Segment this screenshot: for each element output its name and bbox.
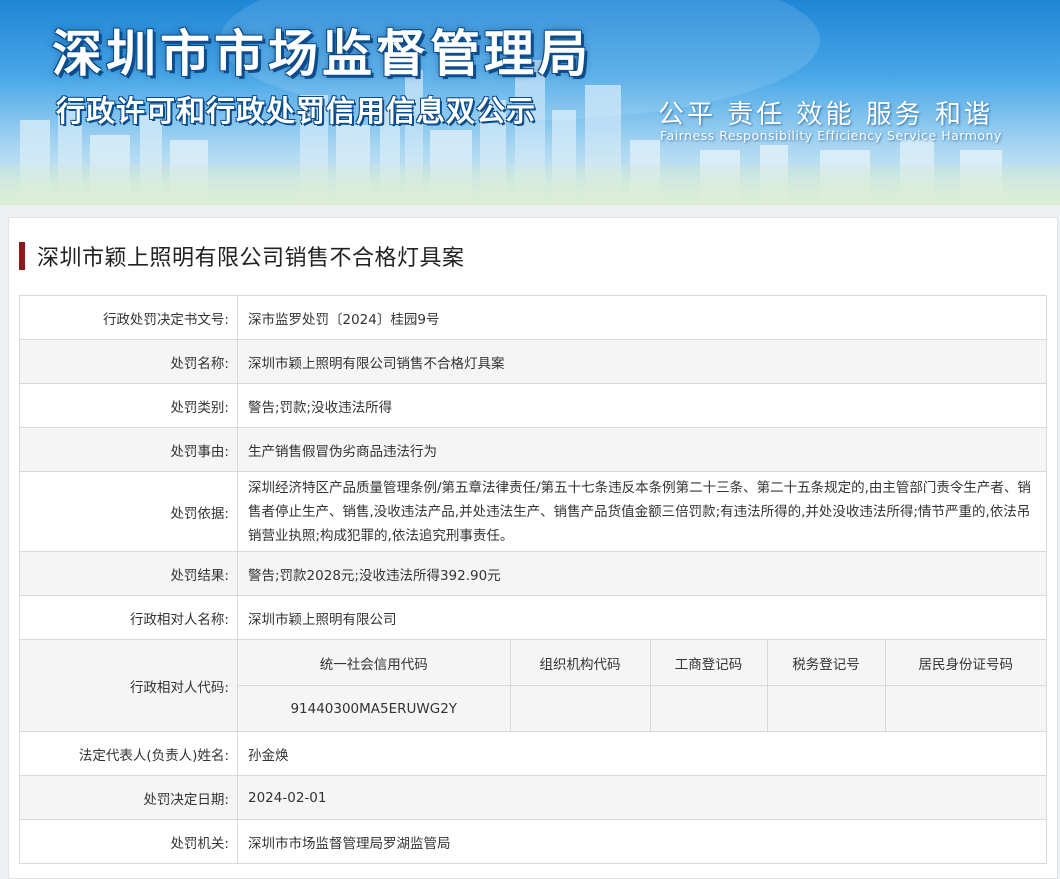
field-value: 深圳市颖上照明有限公司销售不合格灯具案	[237, 339, 1047, 384]
code-value	[510, 685, 651, 731]
field-label: 处罚决定日期:	[19, 775, 238, 820]
field-label: 处罚类别:	[19, 383, 238, 428]
row-penalty-category: 处罚类别: 警告;罚款;没收违法所得	[19, 383, 1047, 428]
field-value: 警告;罚款2028元;没收违法所得392.90元	[237, 551, 1047, 596]
codes-subtable: 统一社会信用代码 组织机构代码 工商登记码 税务登记号 居民身份证号码 9144…	[238, 640, 1046, 731]
row-penalty-authority: 处罚机关: 深圳市市场监督管理局罗湖监管局	[19, 819, 1047, 864]
row-legal-representative: 法定代表人(负责人)姓名: 孙金焕	[19, 731, 1047, 776]
code-header: 统一社会信用代码	[238, 640, 511, 686]
code-value	[885, 685, 1046, 731]
field-value: 2024-02-01	[237, 775, 1047, 820]
case-title: 深圳市颖上照明有限公司销售不合格灯具案	[37, 246, 465, 271]
code-header: 工商登记码	[650, 640, 768, 686]
header-banner: 深圳市市场监督管理局 行政许可和行政处罚信用信息双公示 公平 责任 效能 服务 …	[0, 0, 1060, 205]
site-title: 深圳市市场监督管理局	[52, 25, 592, 83]
field-label: 法定代表人(负责人)姓名:	[19, 731, 238, 776]
field-value: 深圳市颖上照明有限公司	[237, 595, 1047, 640]
code-header: 组织机构代码	[510, 640, 651, 686]
field-label: 处罚机关:	[19, 819, 238, 864]
field-value: 孙金焕	[237, 731, 1047, 776]
field-label: 行政相对人代码:	[19, 639, 238, 732]
row-decision-date: 处罚决定日期: 2024-02-01	[19, 775, 1047, 820]
code-value	[650, 685, 768, 731]
heading-accent-bar	[19, 242, 25, 270]
field-value: 深市监罗处罚〔2024〕桂园9号	[237, 295, 1047, 340]
row-penalty-result: 处罚结果: 警告;罚款2028元;没收违法所得392.90元	[19, 551, 1047, 596]
field-label: 处罚名称:	[19, 339, 238, 384]
field-label: 行政处罚决定书文号:	[19, 295, 238, 340]
code-header: 居民身份证号码	[885, 640, 1046, 686]
row-penalty-reason: 处罚事由: 生产销售假冒伪劣商品违法行为	[19, 427, 1047, 472]
penalty-info-table: 行政处罚决定书文号: 深市监罗处罚〔2024〕桂园9号 处罚名称: 深圳市颖上照…	[19, 295, 1047, 864]
case-heading: 深圳市颖上照明有限公司销售不合格灯具案	[19, 240, 465, 272]
row-penalty-name: 处罚名称: 深圳市颖上照明有限公司销售不合格灯具案	[19, 339, 1047, 384]
code-value	[767, 685, 886, 731]
field-label: 处罚依据:	[19, 471, 238, 552]
case-detail-card: 深圳市颖上照明有限公司销售不合格灯具案 行政处罚决定书文号: 深市监罗处罚〔20…	[8, 217, 1058, 879]
row-penalty-basis: 处罚依据: 深圳经济特区产品质量管理条例/第五章法律责任/第五十七条违反本条例第…	[19, 471, 1047, 552]
codes-header-row: 统一社会信用代码 组织机构代码 工商登记码 税务登记号 居民身份证号码	[238, 640, 1046, 686]
code-value: 91440300MA5ERUWG2Y	[238, 685, 511, 731]
slogan-english: Fairness Responsibility Efficiency Servi…	[660, 128, 1002, 143]
row-party-name: 行政相对人名称: 深圳市颖上照明有限公司	[19, 595, 1047, 640]
codes-cell: 统一社会信用代码 组织机构代码 工商登记码 税务登记号 居民身份证号码 9144…	[237, 639, 1047, 732]
field-label: 处罚结果:	[19, 551, 238, 596]
row-decision-number: 行政处罚决定书文号: 深市监罗处罚〔2024〕桂园9号	[19, 295, 1047, 340]
code-header: 税务登记号	[767, 640, 886, 686]
field-value: 深圳经济特区产品质量管理条例/第五章法律责任/第五十七条违反本条例第二十三条、第…	[237, 471, 1047, 552]
field-label: 行政相对人名称:	[19, 595, 238, 640]
site-subtitle: 行政许可和行政处罚信用信息双公示	[56, 94, 537, 128]
row-party-codes: 行政相对人代码: 统一社会信用代码 组织机构代码 工商登记码 税务登记号 居民身…	[19, 639, 1047, 732]
field-value: 生产销售假冒伪劣商品违法行为	[237, 427, 1047, 472]
field-value: 警告;罚款;没收违法所得	[237, 383, 1047, 428]
codes-value-row: 91440300MA5ERUWG2Y	[238, 685, 1046, 731]
field-value: 深圳市市场监督管理局罗湖监管局	[237, 819, 1047, 864]
field-label: 处罚事由:	[19, 427, 238, 472]
slogan: 公平 责任 效能 服务 和谐	[658, 100, 994, 130]
